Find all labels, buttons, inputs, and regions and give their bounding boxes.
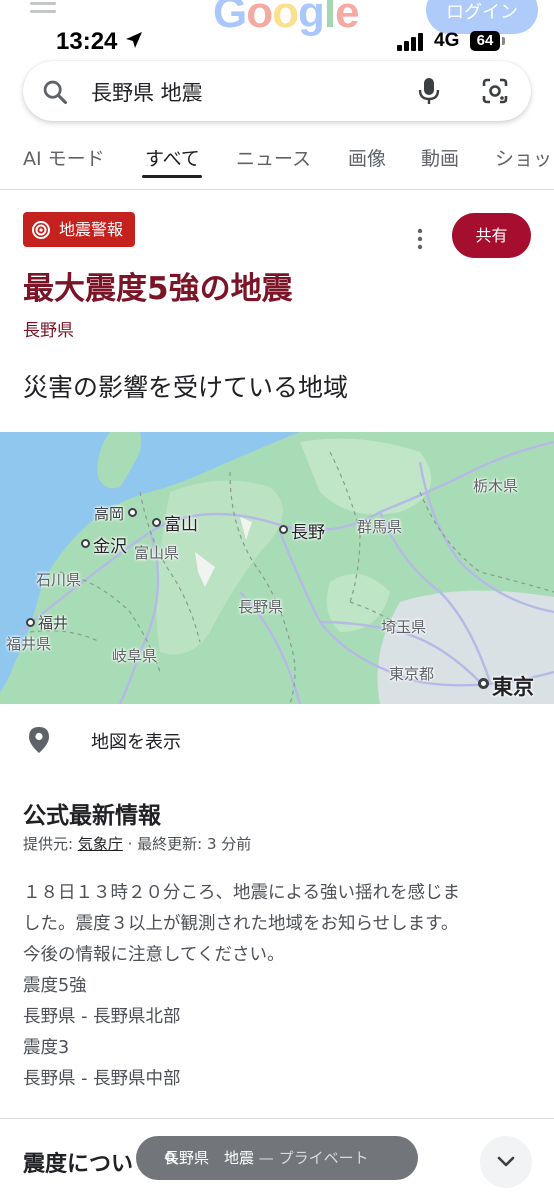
info-line: 長野県 - 長野県北部 <box>23 1007 181 1027</box>
tab-news[interactable]: ニュース <box>236 144 311 171</box>
show-map-label: 地図を表示 <box>91 732 181 753</box>
microphone-icon[interactable] <box>417 76 441 106</box>
intensity-section-heading: 震度につい <box>23 1152 134 1177</box>
share-button[interactable]: 共有 <box>452 213 531 258</box>
official-info-body: １８日１３時２０分ころ、地震による強い揺れを感じま した。震度３以上が観測された… <box>23 878 533 1095</box>
info-line: 震度3 <box>23 1038 70 1058</box>
status-bar: Google ログイン 13:24 4G 64 <box>0 0 554 60</box>
tokyo-marker <box>478 678 489 689</box>
last-updated: · 最終更新: 3 分前 <box>127 835 252 853</box>
nagano-marker <box>279 525 288 534</box>
map-label-fukui: 福井 <box>38 614 69 632</box>
map-label-saitama-pref: 埼玉県 <box>381 618 427 636</box>
tab-ai-mode[interactable]: AI モード <box>23 144 105 171</box>
more-options-icon[interactable] <box>410 228 430 250</box>
info-line: 今後の情報に注意してください。 <box>23 945 285 965</box>
map-pin-icon <box>29 727 49 753</box>
official-info-heading: 公式最新情報 <box>23 803 161 829</box>
battery-tip <box>502 37 505 45</box>
location-arrow-icon <box>126 32 142 48</box>
search-tabs: AI モード すべて ニュース 画像 動画 ショッ <box>0 132 554 190</box>
toyama-marker <box>152 518 161 527</box>
private-search-pill[interactable]: 長野県 地震 — プライベート <box>136 1136 418 1180</box>
map-label-kanazawa: 金沢 <box>93 537 127 557</box>
map-label-toyama-pref: 富山県 <box>134 544 180 562</box>
affected-area-heading: 災害の影響を受けている地域 <box>23 373 349 402</box>
active-tab-indicator <box>142 175 202 178</box>
map-label-toyama: 富山 <box>164 515 198 535</box>
badge-label: 地震警報 <box>59 220 124 239</box>
google-lens-icon[interactable] <box>481 77 509 105</box>
tab-shopping[interactable]: ショッ <box>495 144 552 171</box>
info-line: 長野県 - 長野県中部 <box>23 1069 181 1089</box>
login-button[interactable]: ログイン <box>426 0 538 34</box>
menu-icon[interactable] <box>30 2 56 22</box>
signal-icon <box>397 33 427 51</box>
search-icon[interactable] <box>41 78 69 106</box>
pill-search-icon <box>165 1152 178 1165</box>
info-line: 震度5強 <box>23 976 87 996</box>
map-label-nagano: 長野 <box>291 523 325 543</box>
map-label-ishikawa-pref: 石川県 <box>36 571 82 589</box>
map-label-tokyo-pref: 東京都 <box>389 665 435 683</box>
battery-icon: 64 <box>470 31 500 51</box>
map-label-nagano-pref: 長野県 <box>238 598 284 616</box>
info-line: した。震度３以上が観測された地域をお知らせします。 <box>23 914 459 934</box>
expand-button[interactable] <box>480 1136 532 1188</box>
kanazawa-marker <box>81 539 90 548</box>
network-type: 4G <box>434 30 460 51</box>
pill-suffix: — プライベート <box>258 1149 369 1167</box>
map-label-tochigi-pref: 栃木県 <box>473 477 519 495</box>
map-label-tokyo: 東京 <box>492 675 534 699</box>
section-divider <box>0 1118 554 1119</box>
map-label-fukui-pref: 福井県 <box>6 635 52 653</box>
status-time: 13:24 <box>56 28 118 55</box>
chevron-down-icon <box>497 1156 515 1167</box>
source-prefix: 提供元: <box>23 835 74 853</box>
tab-videos[interactable]: 動画 <box>421 144 459 171</box>
source-line: 提供元: 気象庁 · 最終更新: 3 分前 <box>23 833 251 854</box>
alert-target-icon <box>32 220 50 239</box>
fukui-marker <box>26 618 35 627</box>
map-label-gunma-pref: 群馬県 <box>357 518 403 536</box>
map-label-takaoka: 高岡 <box>94 505 125 523</box>
tab-images[interactable]: 画像 <box>348 144 386 171</box>
alert-title: 最大震度5強の地震 <box>23 271 293 307</box>
info-line: １８日１３時２０分ころ、地震による強い揺れを感じま <box>23 883 460 903</box>
google-logo[interactable]: Google <box>213 0 360 38</box>
show-map-row[interactable]: 地図を表示 <box>0 704 554 772</box>
source-link-jma[interactable]: 気象庁 <box>78 835 123 853</box>
affected-area-map[interactable]: 高岡 富山 金沢 富山県 石川県 福井 福井県 岐阜県 長野 長野県 群馬県 栃… <box>0 432 554 704</box>
map-label-gifu-pref: 岐阜県 <box>112 647 158 665</box>
tab-all[interactable]: すべて <box>145 144 200 171</box>
takaoka-marker <box>128 508 137 517</box>
earthquake-alert-badge: 地震警報 <box>23 212 136 247</box>
map-graphic <box>0 432 554 704</box>
alert-prefecture: 長野県 <box>23 321 74 341</box>
search-input[interactable]: 長野県 地震 <box>91 77 203 107</box>
search-box[interactable]: 長野県 地震 <box>23 61 531 121</box>
